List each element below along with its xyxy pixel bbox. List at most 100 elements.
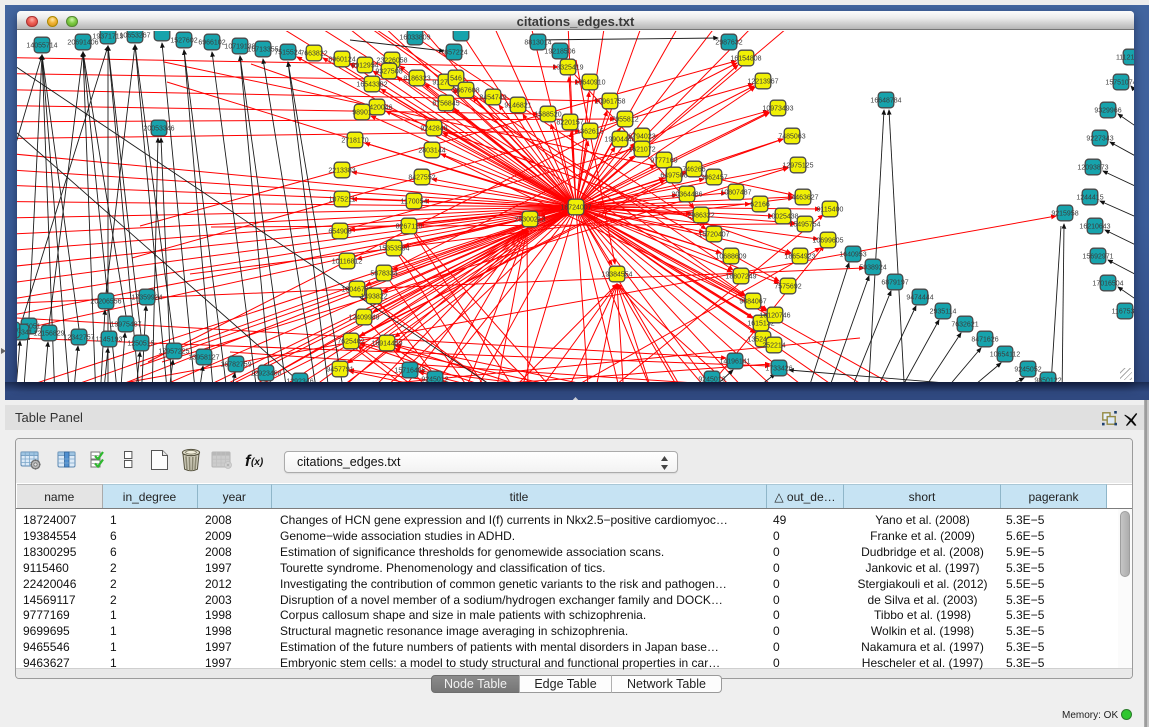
svg-text:1733426: 1733426 [765, 366, 792, 373]
svg-text:9146821: 9146821 [504, 103, 531, 110]
svg-text:10961758: 10961758 [594, 99, 625, 106]
svg-text:2986322: 2986322 [687, 213, 714, 220]
svg-text:18640910: 18640910 [574, 80, 605, 87]
svg-text:19384554: 19384554 [601, 272, 632, 279]
svg-text:2987632: 2987632 [715, 40, 742, 47]
svg-text:12342757: 12342757 [63, 335, 94, 342]
svg-text:(x): (x) [251, 457, 264, 468]
svg-text:252214: 252214 [762, 343, 785, 350]
svg-text:8220157: 8220157 [556, 120, 583, 127]
svg-text:17016504: 17016504 [1092, 281, 1123, 288]
svg-text:13325419: 13325419 [552, 65, 583, 72]
svg-text:12923468: 12923468 [250, 371, 281, 378]
svg-text:9115400: 9115400 [817, 207, 844, 214]
svg-text:16782759: 16782759 [220, 362, 251, 369]
svg-text:9474444: 9474444 [906, 295, 933, 302]
svg-text:1170054: 1170054 [401, 199, 428, 206]
svg-text:9245012: 9245012 [421, 377, 448, 382]
svg-text:15716485: 15716485 [394, 368, 425, 375]
svg-text:7625402: 7625402 [337, 339, 364, 346]
svg-text:18807249: 18807249 [725, 274, 756, 281]
svg-text:9457791: 9457791 [326, 367, 353, 374]
svg-text:6497508: 6497508 [660, 173, 687, 180]
svg-text:1250515: 1250515 [127, 341, 154, 348]
svg-text:654908: 654908 [328, 229, 351, 236]
svg-text:12156829: 12156829 [33, 331, 64, 338]
svg-text:10973493: 10973493 [762, 106, 793, 113]
svg-text:7955812: 7955812 [611, 117, 638, 124]
svg-text:6879197: 6879197 [881, 280, 908, 287]
svg-text:8813014: 8813014 [524, 40, 551, 47]
svg-text:20053346: 20053346 [143, 126, 174, 133]
svg-text:5878334: 5878334 [370, 271, 397, 278]
svg-text:6966102: 6966102 [198, 40, 225, 47]
svg-text:10699605: 10699605 [812, 238, 843, 245]
svg-text:15751074: 15751074 [1105, 80, 1134, 87]
svg-text:2718170: 2718170 [341, 138, 368, 145]
svg-text:8756845: 8756845 [432, 101, 459, 108]
svg-text:546: 546 [450, 76, 462, 83]
svg-text:7485063: 7485063 [778, 134, 805, 141]
svg-text:7515524: 7515524 [274, 50, 301, 57]
svg-text:10654112: 10654112 [990, 352, 1021, 359]
svg-text:7663822: 7663822 [300, 51, 327, 58]
svg-text:15692971: 15692971 [1082, 254, 1113, 261]
svg-text:20691406: 20691406 [67, 40, 98, 47]
svg-text:18654923: 18654923 [784, 254, 815, 261]
svg-text:2867608: 2867608 [452, 88, 479, 95]
svg-text:9245013: 9245013 [698, 377, 725, 382]
svg-text:14196141: 14196141 [719, 359, 750, 366]
svg-text:12975125: 12975125 [782, 163, 813, 170]
svg-text:9227343: 9227343 [1086, 136, 1113, 143]
svg-text:9329966: 9329966 [1094, 108, 1121, 115]
svg-text:9327508: 9327508 [375, 69, 402, 76]
svg-text:1588520: 1588520 [534, 112, 561, 119]
svg-text:15720407: 15720407 [698, 232, 729, 239]
svg-text:1527602: 1527602 [170, 38, 197, 45]
svg-text:9215958: 9215958 [1051, 211, 1078, 218]
svg-text:9242848: 9242848 [420, 126, 447, 133]
svg-text:14055714: 14055714 [26, 43, 57, 50]
svg-text:1167533: 1167533 [1112, 309, 1134, 316]
svg-text:10688609: 10688609 [715, 254, 746, 261]
svg-text:16543382: 16543382 [356, 82, 387, 89]
svg-text:2935114: 2935114 [930, 309, 957, 316]
svg-text:19218506: 19218506 [544, 49, 575, 56]
svg-text:1292346: 1292346 [286, 379, 313, 382]
svg-text:9777169: 9777169 [650, 158, 677, 165]
svg-text:19975487: 19975487 [110, 322, 141, 329]
svg-text:16648784: 16648784 [870, 98, 901, 105]
svg-text:15495754: 15495754 [789, 222, 820, 229]
svg-text:1621072: 1621072 [628, 147, 655, 154]
svg-text:1145193: 1145193 [96, 337, 123, 344]
svg-text:10116812: 10116812 [332, 259, 363, 266]
svg-text:7632621: 7632621 [951, 322, 978, 329]
svg-text:93101: 93101 [17, 328, 22, 335]
svg-text:12213967: 12213967 [747, 79, 778, 86]
svg-text:6794023: 6794023 [628, 134, 655, 141]
svg-text:14463627: 14463627 [787, 195, 818, 202]
svg-text:15353594: 15353594 [378, 246, 409, 253]
svg-text:7857224: 7857224 [440, 50, 467, 57]
svg-text:2213383: 2213383 [328, 168, 355, 175]
svg-text:3062457: 3062457 [700, 175, 727, 182]
svg-text:8454749: 8454749 [479, 95, 506, 102]
svg-text:8427552: 8427552 [408, 175, 435, 182]
svg-text:17957225: 17957225 [158, 349, 189, 356]
svg-text:16154808: 16154808 [730, 56, 761, 63]
svg-text:10025438: 10025438 [767, 214, 798, 221]
svg-text:1640953: 1640953 [839, 252, 866, 259]
svg-text:9245052: 9245052 [1014, 367, 1041, 374]
svg-text:10653267: 10653267 [119, 33, 150, 40]
svg-text:13958127: 13958127 [188, 355, 219, 362]
svg-text:16120746: 16120746 [759, 313, 790, 320]
svg-text:12093873: 12093873 [1077, 165, 1108, 172]
svg-text:11121418: 11121418 [1116, 55, 1134, 62]
svg-text:16033809: 16033809 [399, 35, 430, 42]
svg-text:5938924: 5938924 [859, 265, 886, 272]
svg-text:17359924: 17359924 [131, 295, 162, 302]
svg-text:18724007: 18724007 [560, 205, 591, 212]
svg-text:10807487: 10807487 [720, 190, 751, 197]
svg-text:8186323: 8186323 [403, 76, 430, 83]
svg-text:20206556: 20206556 [90, 299, 121, 306]
